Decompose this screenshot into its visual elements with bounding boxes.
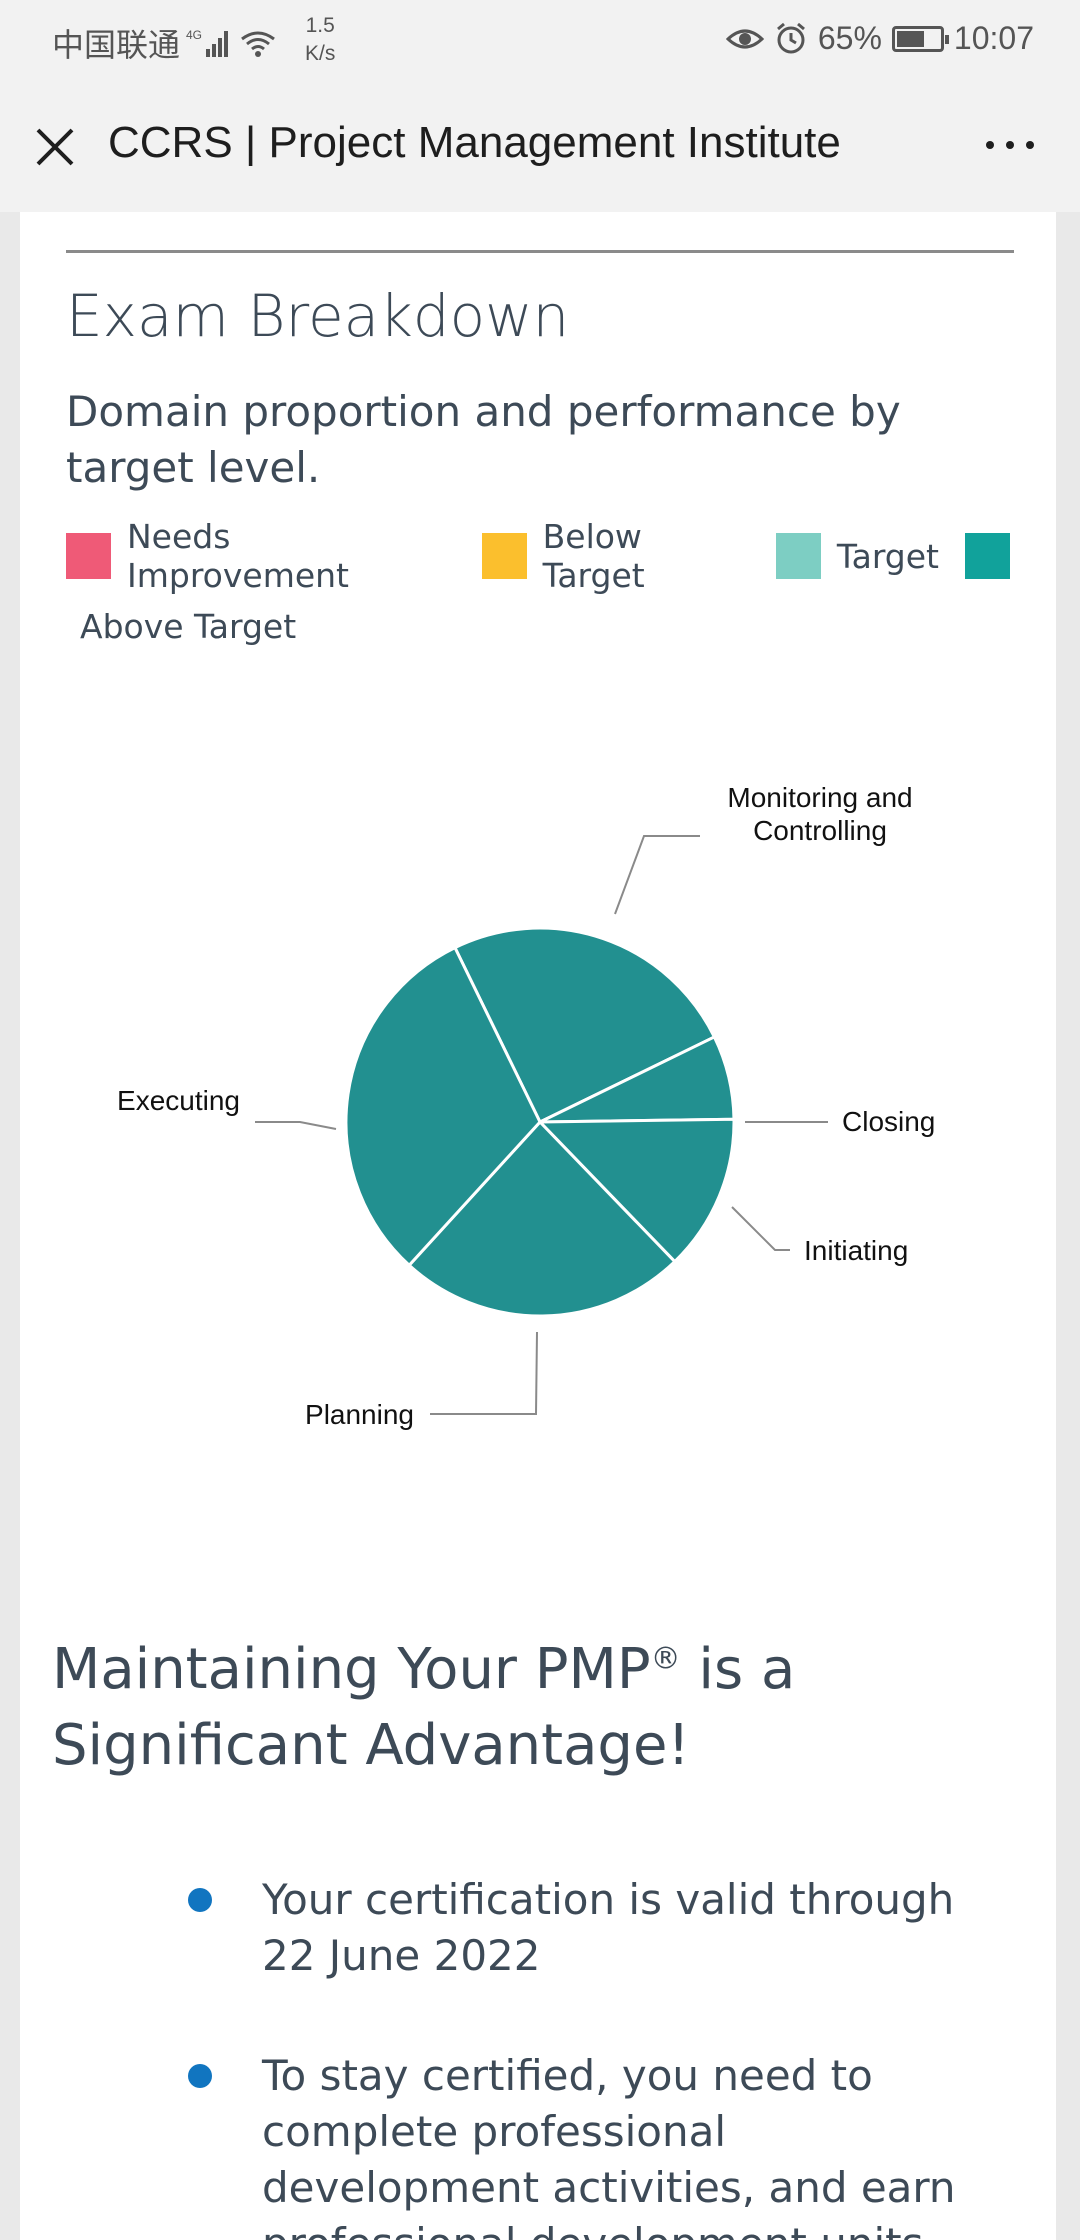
- page-title: CCRS | Project Management Institute: [108, 118, 841, 167]
- status-left: 中国联通 4G: [52, 20, 278, 66]
- close-icon: [36, 128, 74, 166]
- status-right: 65% 10:07: [725, 20, 1034, 57]
- legend-label-above-target: Above Target: [80, 606, 297, 646]
- leader-line: [255, 1121, 337, 1130]
- list-item: To stay certified, you need to complete …: [188, 2048, 982, 2240]
- pie-label: Planning: [305, 1399, 414, 1430]
- network-type: 4G: [186, 28, 202, 42]
- status-bar: 中国联通 4G 1.5 K/s 65% 10:07: [0, 0, 1080, 82]
- legend-swatch-target: [775, 533, 821, 579]
- battery-percent: 65%: [817, 20, 882, 56]
- content-card: Exam Breakdown Domain proportion and per…: [20, 212, 1056, 2240]
- leader-line: [731, 1206, 790, 1251]
- battery-icon: [891, 25, 949, 52]
- leader-line: [430, 1331, 538, 1415]
- close-button[interactable]: [30, 122, 80, 172]
- network-speed-value: 1.5: [305, 14, 335, 37]
- pie-label: Monitoring and: [727, 782, 912, 813]
- chart-legend: Needs Improvement Below Target Target Ab…: [66, 517, 1026, 654]
- exam-breakdown-heading: Exam Breakdown: [66, 282, 570, 350]
- network-speed: 1.5 K/s: [305, 12, 335, 68]
- carrier-name: 中国联通: [52, 26, 181, 64]
- maintain-heading-part1: Maintaining Your PMP: [52, 1637, 651, 1702]
- network-speed-unit: K/s: [305, 42, 336, 65]
- pie-label: Executing: [117, 1085, 240, 1116]
- more-icon: [986, 141, 1034, 149]
- title-bar: CCRS | Project Management Institute: [0, 82, 1080, 212]
- maintain-pmp-heading: Maintaining Your PMP® is a Significant A…: [52, 1632, 1032, 1784]
- divider: [66, 250, 1014, 253]
- legend-swatch-below-target: [481, 533, 527, 579]
- wifi-icon: [241, 31, 275, 57]
- alarm-icon: [776, 22, 805, 53]
- battery-level: [896, 30, 924, 47]
- eye-icon: [725, 29, 764, 48]
- bullet-dot: [188, 2064, 212, 2088]
- page-scroll-area[interactable]: Exam Breakdown Domain proportion and per…: [0, 212, 1080, 2240]
- clock: 10:07: [953, 20, 1034, 56]
- pie-label: Initiating: [804, 1235, 908, 1266]
- more-options-button[interactable]: [980, 130, 1040, 160]
- domain-pie-chart: Monitoring andControlling Closing Initiati…: [117, 782, 935, 1430]
- legend-label-target: Target: [836, 536, 939, 576]
- legend-label-below-target: Below Target: [542, 517, 645, 595]
- exam-breakdown-subheading: Domain proportion and performance by tar…: [66, 387, 901, 492]
- bullet-text: Your certification is valid through 22 J…: [262, 1875, 955, 1980]
- legend-label-needs-improvement: Needs Improvement: [127, 517, 349, 595]
- registered-mark: ®: [650, 1641, 681, 1677]
- legend-swatch-above-target: [965, 533, 1010, 579]
- legend-row: Needs Improvement Below Target Target: [66, 517, 1026, 595]
- bullet-text: To stay certified, you need to complete …: [262, 2051, 956, 2240]
- legend-swatch-needs-improvement: [66, 533, 111, 579]
- bullet-dot: [188, 1888, 212, 1912]
- pie-label: Closing: [842, 1106, 935, 1137]
- legend-row: Above Target: [66, 598, 1026, 654]
- signal-icon: 4G: [186, 28, 229, 57]
- leader-line: [614, 835, 700, 915]
- list-item: Your certification is valid through 22 J…: [188, 1872, 982, 1984]
- pie-label: Controlling: [753, 815, 887, 846]
